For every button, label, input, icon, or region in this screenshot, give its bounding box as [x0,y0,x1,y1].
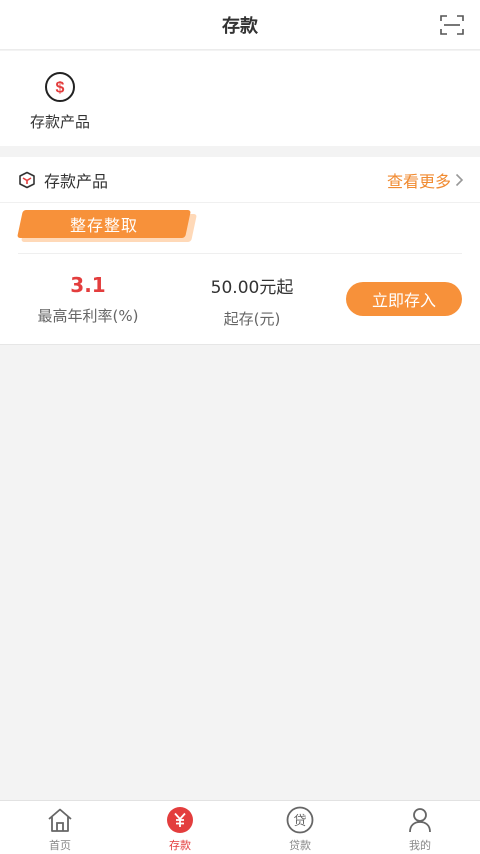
rate-block: 3.1 最高年利率(%) [18,273,158,326]
tab-label: 存款 [169,839,191,852]
min-deposit-block: 50.00元起 起存(元) [182,273,322,329]
scan-icon [440,15,464,35]
tab-deposit[interactable]: 存款 [120,801,240,854]
scan-button[interactable] [440,13,464,37]
page-title: 存款 [222,15,258,37]
top-bar: 存款 [0,0,480,50]
quick-entry-panel: $ 存款产品 [0,51,480,146]
tab-label: 我的 [409,839,431,852]
tab-label: 首页 [49,839,71,852]
rate-value: 3.1 [70,273,106,297]
chevron-right-icon [455,173,464,187]
section-title: 存款产品 [44,171,109,191]
deposit-now-button[interactable]: 立即存入 [346,282,462,316]
min-deposit-label: 起存(元) [223,310,281,328]
user-icon [406,806,434,834]
view-more-label: 查看更多 [386,172,451,191]
quick-item-deposit-products[interactable]: $ 存款产品 [18,71,102,133]
view-more-link[interactable]: 查看更多 [387,157,464,203]
product-category-tag: 整存整取 [17,210,198,244]
section-header: 存款产品 查看更多 [0,157,480,203]
quick-item-label: 存款产品 [29,113,90,131]
tab-loan[interactable]: 贷 贷款 [240,801,360,854]
yuan-icon [166,806,194,834]
tab-label: 贷款 [289,839,311,852]
svg-text:贷: 贷 [293,814,306,829]
divider [18,253,462,254]
loan-icon: 贷 [286,806,314,834]
tab-home[interactable]: 首页 [0,801,120,854]
min-deposit-value: 50.00元起 [210,278,294,298]
deposit-products-section: 存款产品 查看更多 整存整取 3.1 最高年利率(%) 50.00元起 起存(元… [0,157,480,345]
home-icon [46,806,74,834]
dollar-icon: $ [44,71,76,103]
rate-label: 最高年利率(%) [37,307,139,325]
svg-text:$: $ [56,80,65,97]
bottom-tab-bar: 首页 存款 贷 贷款 我的 [0,800,480,854]
tag-label: 整存整取 [69,216,138,235]
cube-icon [18,171,36,189]
tab-mine[interactable]: 我的 [360,801,480,854]
